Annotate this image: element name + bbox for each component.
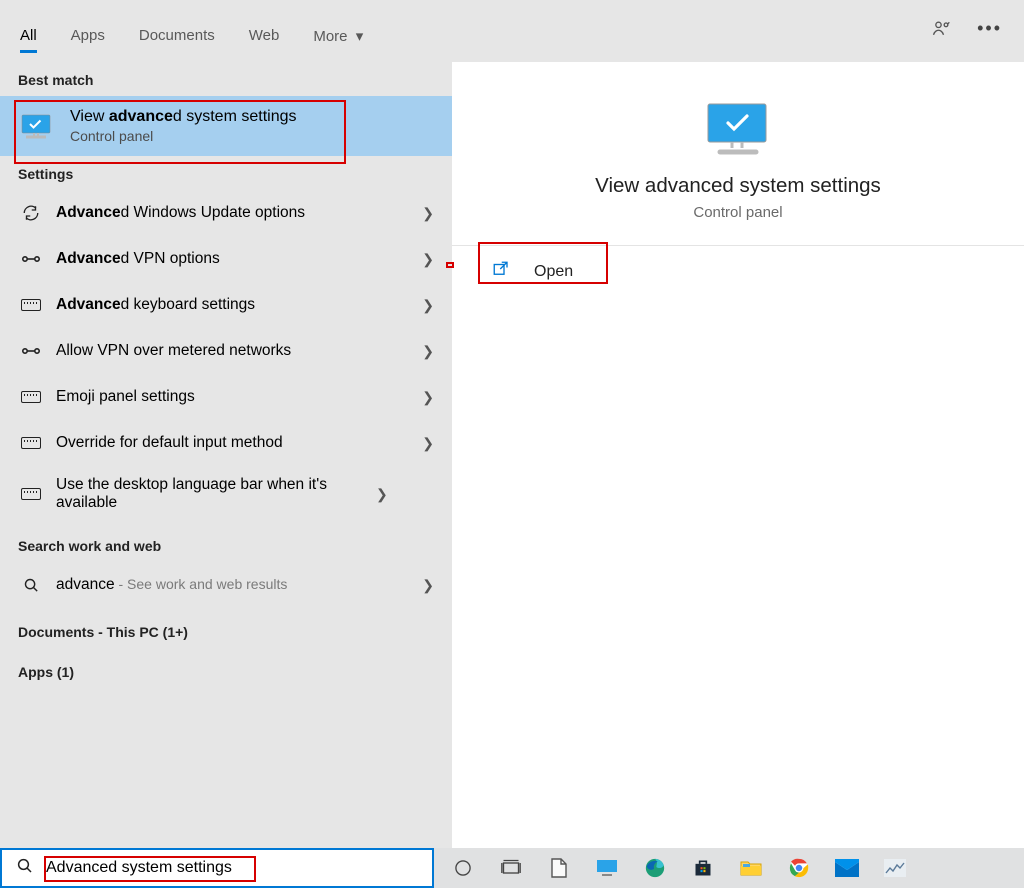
cortana-icon[interactable] xyxy=(442,848,484,888)
chevron-right-icon: ❯ xyxy=(376,486,388,503)
taskbar-icons xyxy=(434,848,916,888)
file-explorer-icon[interactable] xyxy=(730,848,772,888)
account-icon[interactable] xyxy=(931,19,951,39)
section-documents: Documents - This PC (1+) xyxy=(0,608,452,648)
chevron-right-icon: ❯ xyxy=(422,251,434,268)
setting-label: Advanced keyboard settings xyxy=(56,296,422,314)
section-apps: Apps (1) xyxy=(0,648,452,688)
detail-subtitle: Control panel xyxy=(472,204,1004,221)
tab-web[interactable]: Web xyxy=(249,9,280,53)
taskbar-search-box[interactable] xyxy=(0,848,434,888)
detail-pane: View advanced system settings Control pa… xyxy=(452,62,1024,848)
chevron-right-icon: ❯ xyxy=(422,435,434,452)
more-options-icon[interactable]: ••• xyxy=(977,18,1002,39)
chart-app-icon[interactable] xyxy=(874,848,916,888)
store-icon[interactable] xyxy=(682,848,724,888)
annotation-box xyxy=(14,100,346,164)
annotation-box xyxy=(44,856,256,882)
results-list: Best match View advanced system settings… xyxy=(0,62,452,848)
tab-apps[interactable]: Apps xyxy=(71,9,105,53)
open-action[interactable]: Open xyxy=(452,246,1024,297)
chevron-right-icon: ❯ xyxy=(422,389,434,406)
keyboard-icon xyxy=(20,391,42,403)
setting-emoji-panel[interactable]: Emoji panel settings ❯ xyxy=(0,374,452,420)
setting-default-input-method[interactable]: Override for default input method ❯ xyxy=(0,420,452,466)
setting-label: Override for default input method xyxy=(56,434,422,452)
section-search-web: Search work and web xyxy=(0,522,452,562)
mail-icon[interactable] xyxy=(826,848,868,888)
tab-all[interactable]: All xyxy=(20,9,37,53)
vpn-icon xyxy=(20,344,42,358)
refresh-icon xyxy=(20,204,42,222)
search-tabs: All Apps Documents Web More ▾ ••• xyxy=(0,0,1024,62)
setting-desktop-language-bar[interactable]: Use the desktop language bar when it's a… xyxy=(0,466,452,522)
tab-more[interactable]: More ▾ xyxy=(313,9,363,54)
chrome-icon[interactable] xyxy=(778,848,820,888)
search-icon xyxy=(16,857,34,880)
chevron-down-icon: ▾ xyxy=(356,28,364,45)
keyboard-icon xyxy=(20,488,42,500)
best-match-result[interactable]: View advanced system settings Control pa… xyxy=(0,96,452,156)
libreoffice-icon[interactable] xyxy=(538,848,580,888)
monitor-app-icon[interactable] xyxy=(586,848,628,888)
setting-allow-vpn-metered[interactable]: Allow VPN over metered networks ❯ xyxy=(0,328,452,374)
web-search-label: advance - See work and web results xyxy=(56,576,422,594)
setting-label: Advanced Windows Update options xyxy=(56,204,422,222)
task-view-icon[interactable] xyxy=(490,848,532,888)
taskbar xyxy=(0,848,1024,888)
windows-search-panel: All Apps Documents Web More ▾ ••• Best m… xyxy=(0,0,1024,848)
web-search-result[interactable]: advance - See work and web results ❯ xyxy=(0,562,452,608)
detail-title: View advanced system settings xyxy=(472,174,1004,198)
tab-documents[interactable]: Documents xyxy=(139,9,215,53)
setting-advanced-windows-update[interactable]: Advanced Windows Update options ❯ xyxy=(0,190,452,236)
setting-label: Emoji panel settings xyxy=(56,388,422,406)
vpn-icon xyxy=(20,252,42,266)
search-icon xyxy=(20,577,42,594)
tab-more-label: More xyxy=(313,28,347,45)
setting-label: Use the desktop language bar when it's a… xyxy=(56,476,376,512)
section-best-match: Best match xyxy=(0,62,452,96)
keyboard-icon xyxy=(20,299,42,311)
chevron-right-icon: ❯ xyxy=(422,343,434,360)
chevron-right-icon: ❯ xyxy=(422,297,434,314)
setting-label: Advanced VPN options xyxy=(56,250,422,268)
monitor-check-icon xyxy=(702,100,774,156)
chevron-right-icon: ❯ xyxy=(422,577,434,594)
annotation-box xyxy=(478,242,608,284)
edge-icon[interactable] xyxy=(634,848,676,888)
setting-advanced-vpn[interactable]: Advanced VPN options ❯ xyxy=(0,236,452,282)
chevron-right-icon: ❯ xyxy=(422,205,434,222)
keyboard-icon xyxy=(20,437,42,449)
setting-advanced-keyboard[interactable]: Advanced keyboard settings ❯ xyxy=(0,282,452,328)
setting-label: Allow VPN over metered networks xyxy=(56,342,422,360)
